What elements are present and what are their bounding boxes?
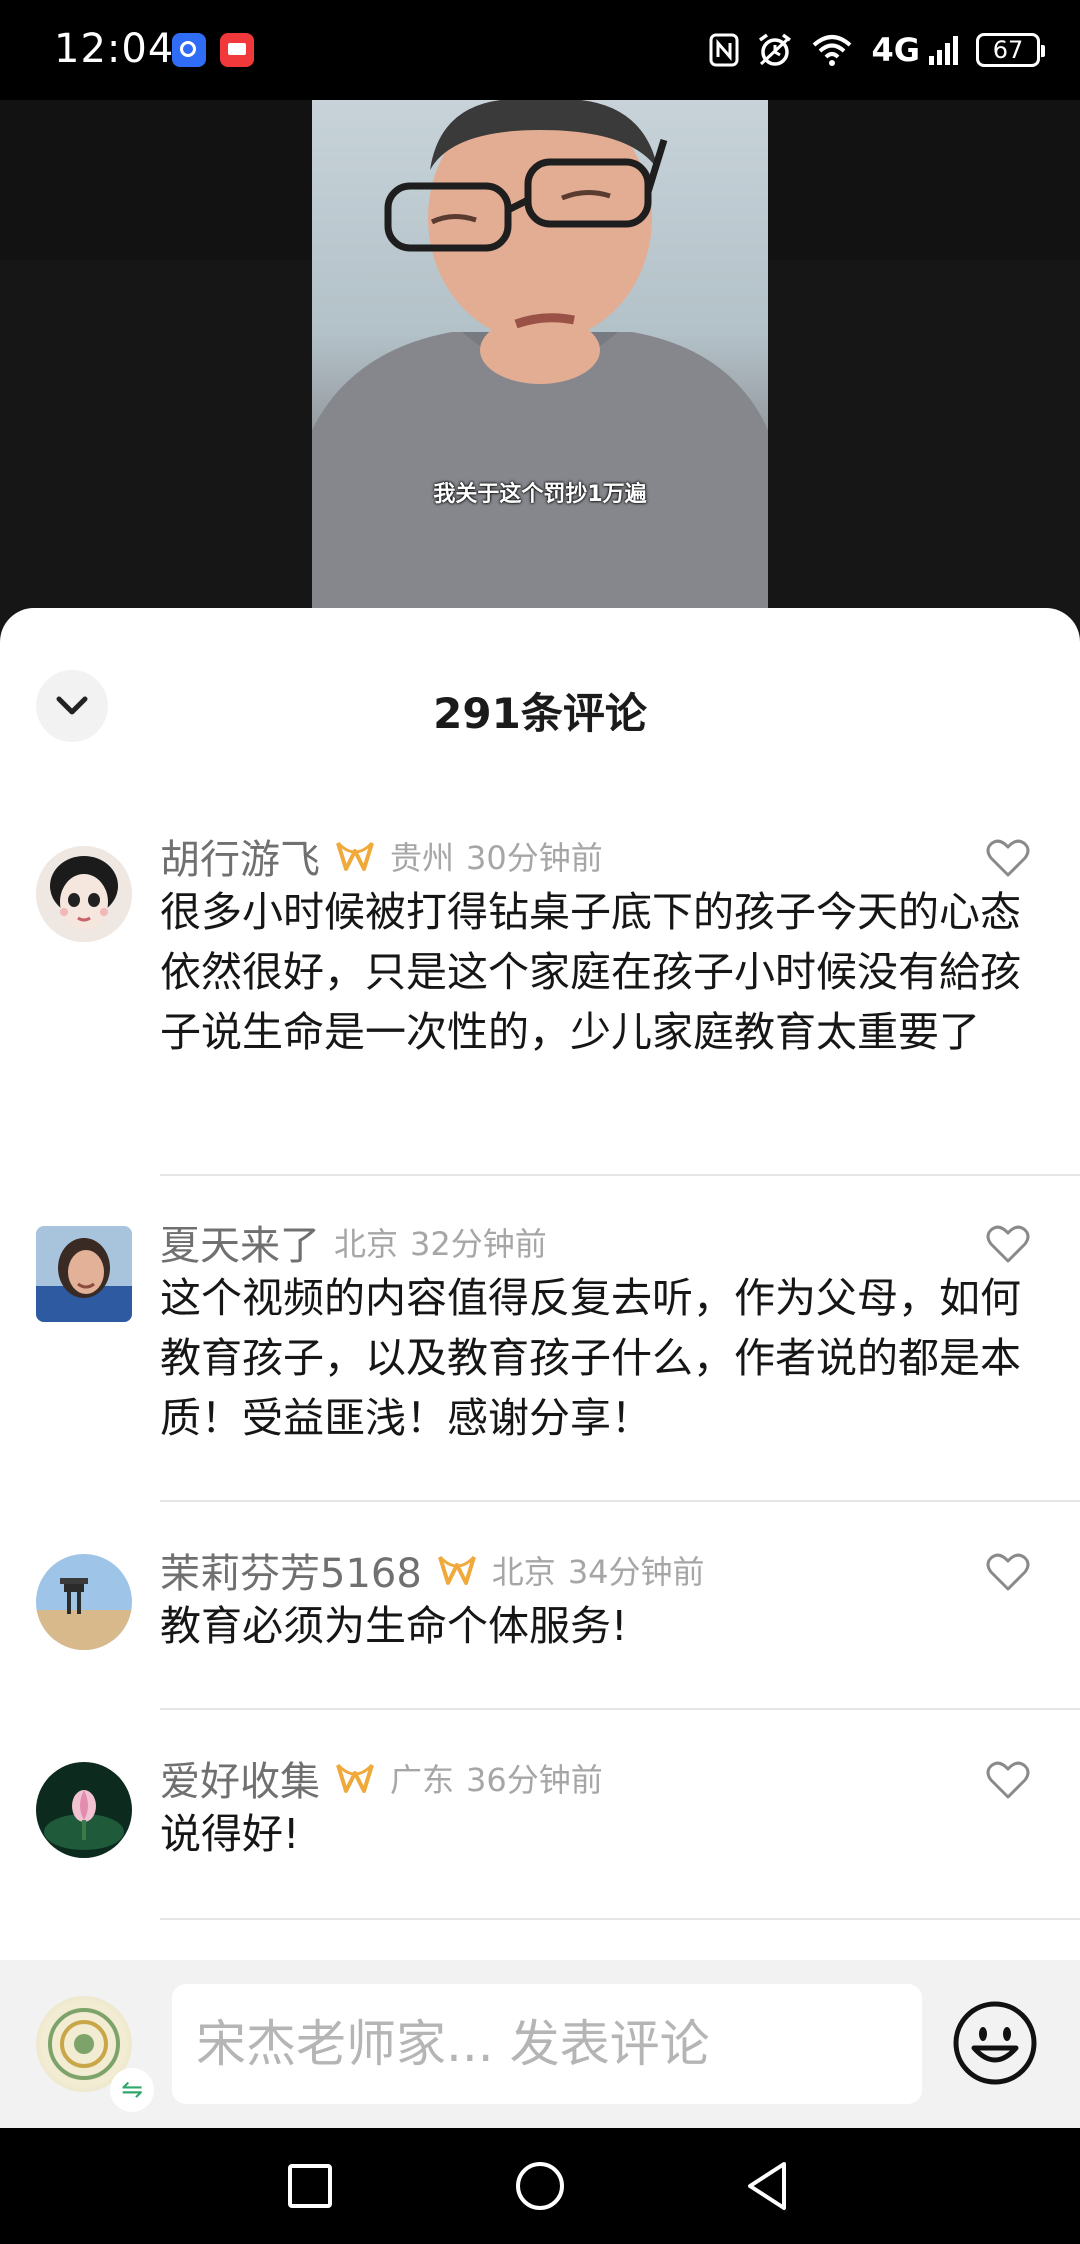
video-player[interactable]: 我关于这个罚抄1万遍 [0, 100, 1080, 620]
avatar[interactable] [36, 1554, 132, 1650]
user-name[interactable]: 茉莉芬芳5168 [160, 1541, 422, 1599]
vip-badge-icon [334, 1761, 376, 1795]
comment-time: 32分钟前 [410, 1225, 547, 1263]
comments-count-title: 291条评论 [433, 689, 647, 738]
divider [160, 1708, 1080, 1710]
comment-meta: 夏天来了 北京 32分钟前 [160, 1214, 547, 1270]
status-icons: 4G 67 [709, 27, 1045, 73]
user-name[interactable]: 夏天来了 [160, 1213, 320, 1271]
comment-meta: 胡行游飞 贵州 30分钟前 [160, 828, 603, 884]
user-name[interactable]: 爱好收集 [160, 1749, 320, 1807]
heart-icon[interactable] [986, 838, 1030, 878]
comment-location: 贵州 [390, 839, 455, 877]
avatar[interactable] [36, 1762, 132, 1858]
wifi-icon [813, 35, 852, 66]
comment-text: 教育必须为生命个体服务! [160, 1602, 628, 1650]
alarm-icon [759, 33, 792, 66]
comment-time: 34分钟前 [567, 1553, 705, 1591]
signal-icon [929, 36, 958, 65]
network-type: 4G [871, 31, 920, 69]
heart-icon[interactable] [986, 1224, 1030, 1264]
switch-account-icon[interactable]: ⇋ [110, 2068, 154, 2112]
video-subtitle: 我关于这个罚抄1万遍 [433, 482, 647, 507]
divider [160, 1174, 1080, 1176]
divider [160, 1500, 1080, 1502]
app-notification-icon [220, 33, 254, 67]
comment-location: 北京 [491, 1553, 556, 1591]
comment-input-bar: ⇋ 宋杰老师家... 发表评论 [0, 1960, 1080, 2128]
status-bar: 12:04 4G 67 [0, 0, 1080, 100]
video-frame[interactable]: 我关于这个罚抄1万遍 [312, 100, 768, 620]
comment-input[interactable]: 宋杰老师家... 发表评论 [172, 1984, 922, 2104]
vip-badge-icon [436, 1553, 478, 1587]
app-notification-icon [172, 33, 206, 67]
video-person-image [312, 100, 768, 620]
avatar[interactable] [36, 846, 132, 942]
comment-time: 30分钟前 [466, 839, 603, 877]
comments-sheet: 291条评论 胡行游飞 贵州 30分钟前 很多小时候被打得钻桌子底下的孩子今天的… [0, 608, 1080, 2128]
comment-location: 北京 [334, 1225, 399, 1263]
nfc-icon [709, 33, 739, 67]
heart-icon[interactable] [986, 1552, 1030, 1592]
user-name[interactable]: 胡行游飞 [160, 827, 320, 885]
recents-button-icon[interactable] [282, 2158, 338, 2214]
emoji-icon[interactable] [952, 2000, 1038, 2086]
comment-text: 很多小时候被打得钻桌子底下的孩子今天的心态依然很好，只是这个家庭在孩子小时候没有… [160, 888, 1021, 1056]
system-nav-bar [0, 2128, 1080, 2244]
comment-text: 说得好! [160, 1810, 300, 1858]
heart-icon[interactable] [986, 1760, 1030, 1800]
divider [160, 1918, 1080, 1920]
comment-location: 广东 [390, 1761, 455, 1799]
comment-meta: 茉莉芬芳5168 北京 34分钟前 [160, 1542, 705, 1598]
comment-text: 这个视频的内容值得反复去听，作为父母，如何教育孩子，以及教育孩子什么，作者说的都… [160, 1274, 1021, 1442]
comment-time: 36分钟前 [466, 1761, 603, 1799]
vip-badge-icon [334, 839, 376, 873]
back-button-icon[interactable] [740, 2158, 796, 2214]
comment-meta: 爱好收集 广东 36分钟前 [160, 1750, 603, 1806]
battery-icon: 67 [976, 33, 1045, 67]
avatar[interactable] [36, 1226, 132, 1322]
home-button-icon[interactable] [512, 2158, 568, 2214]
status-time: 12:04 [54, 26, 175, 72]
